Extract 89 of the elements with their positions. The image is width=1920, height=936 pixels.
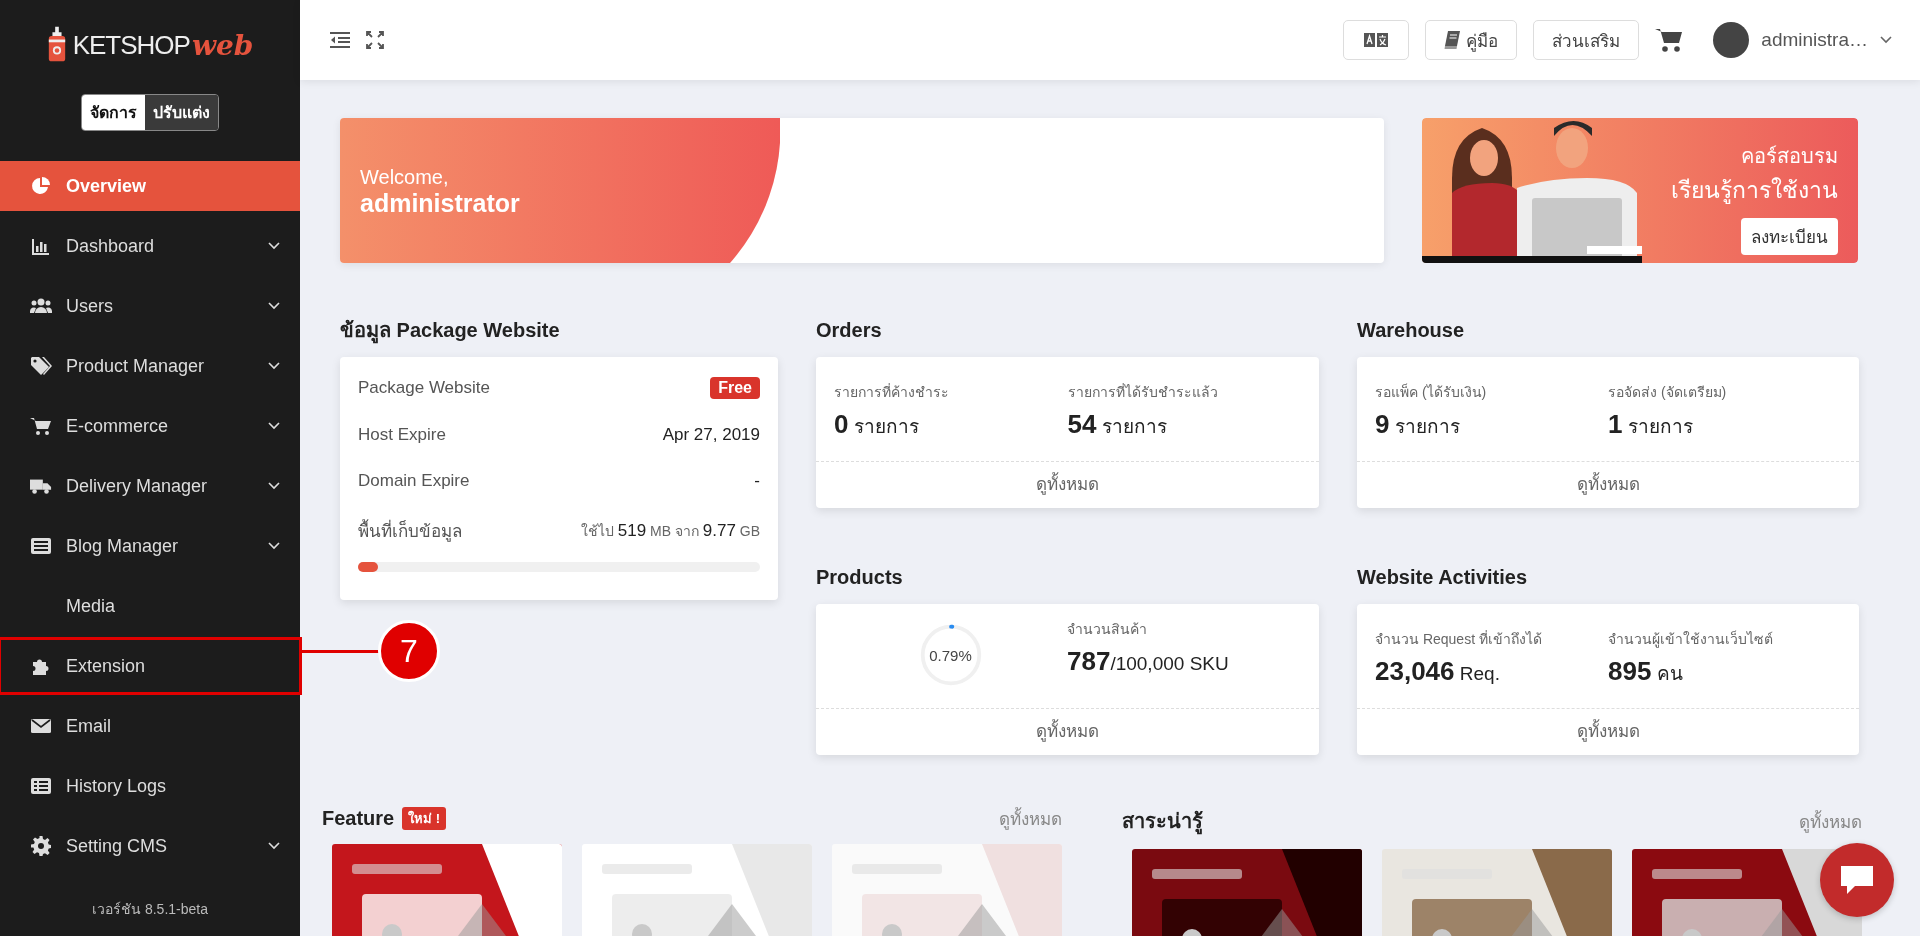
section-title: Orders [816,318,883,343]
cart-icon[interactable] [1655,27,1684,53]
user-name[interactable]: administra… [1761,29,1868,51]
collapse-menu-icon[interactable] [330,32,350,48]
pie-chart-icon [31,176,51,196]
users-icon [30,297,52,315]
stat-value: 787/100,000 SKU [1067,646,1230,677]
stat-label: รอจัดส่ง (จัดเตรียม) [1608,383,1728,402]
mode-tab[interactable]: จัดการ [82,95,145,130]
chevron-icon [268,362,280,370]
tag-icon [30,356,52,376]
section-title: ข้อมูล Package Website [340,315,778,345]
stat-label: รายการที่ได้รับชำระแล้ว [1067,382,1219,402]
step-marker: 7 [378,620,440,682]
section-title: Warehouse [1357,318,1466,343]
stat-value: 895 คน [1608,656,1684,688]
percent-text: 0.79% [929,646,972,664]
field-value: - [754,471,760,491]
sidebar-item[interactable]: Users [0,281,300,331]
stat-value: 9 รายการ [1375,409,1461,441]
sidebar-item[interactable]: Blog Manager [0,521,300,571]
stat-value: 54 รายการ [1067,409,1168,441]
chat-icon [1841,866,1873,894]
chevron-icon [268,422,280,430]
section-title: Products [816,565,904,590]
sidebar-item[interactable]: Dashboard [0,221,300,271]
sidebar-item[interactable]: E-commerce [0,401,300,451]
logo-icon [46,26,67,64]
field-label: พื้นที่เก็บข้อมูล [358,517,462,544]
view-all-link[interactable]: ดูทั้งหมด [816,461,1319,508]
version-text: เวอร์ชัน 8.5.1-beta [91,900,209,919]
plan-badge: Free [710,377,760,399]
truck-icon [30,477,52,495]
addon-button[interactable]: ส่วนเสริม [1533,20,1640,60]
stat-value: 0 รายการ [834,409,920,441]
field-value: Apr 27, 2019 [662,425,760,445]
section-title: Feature [322,807,395,830]
sidebar-item[interactable]: Delivery Manager [0,461,300,511]
translate-button[interactable] [1343,20,1410,60]
stat-label: รายการที่ค้างชำระ [834,382,950,402]
welcome-text: Welcome, [360,166,450,189]
sidebar-item[interactable]: Media [0,581,300,631]
new-badge: ใหม่ ! [402,807,447,830]
user-name: administrator [360,189,521,218]
mode-tab[interactable]: ปรับแต่ง [145,95,218,130]
stat-label: จำนวน Request ที่เข้าถึงได้ [1375,629,1543,649]
chevron-icon [268,302,280,310]
translate-icon [1364,33,1389,47]
stat-label: จำนวนสินค้า [1067,620,1148,639]
sidebar-item[interactable]: Overview [0,161,300,211]
chevron-icon [268,242,280,250]
chevron-icon[interactable] [1880,36,1892,44]
list-icon [31,777,51,795]
sidebar-item[interactable]: Email [0,701,300,751]
field-label: Package Website [358,378,490,398]
sidebar-item[interactable]: Product Manager [0,341,300,391]
bar-chart-icon [31,236,51,256]
register-button[interactable]: ลงทะเบียน [1741,218,1838,255]
stat-label: รอแพ็ค (ได้รับเงิน) [1375,382,1488,402]
stat-value: 1 รายการ [1608,409,1694,441]
sidebar-item[interactable]: History Logs [0,761,300,811]
view-all-link[interactable]: ดูทั้งหมด [1357,708,1859,755]
chevron-icon [268,842,280,850]
course-title: คอร์สอบรม [1740,144,1838,169]
view-all-link[interactable]: ดูทั้งหมด [1357,461,1859,508]
chevron-icon [268,482,280,490]
book-icon [1444,31,1461,49]
section-title: Website Activities [1357,565,1529,590]
logo-text: web [191,28,254,62]
fullscreen-icon[interactable] [366,31,384,49]
manual-button[interactable]: คู่มือ [1425,20,1518,60]
chevron-icon [268,542,280,550]
gear-icon [31,836,51,856]
stat-label: จำนวนผู้เข้าใช้งานเว็บไซต์ [1608,629,1774,650]
chat-button[interactable] [1820,843,1894,917]
storage-usage: ใช้ไป 519 MB จาก 9.77 GB [580,519,760,542]
course-subtitle: เรียนรู้การใช้งาน [1671,176,1838,206]
envelope-icon [31,718,51,734]
view-all-link[interactable]: ดูทั้งหมด [816,708,1319,755]
field-label: Domain Expire [358,471,470,491]
stat-value: 23,046 Req. [1375,656,1501,687]
section-title: สาระน่ารู้ [1122,805,1203,837]
avatar-icon[interactable] [1713,22,1750,58]
sidebar-item[interactable]: Extension [0,639,300,693]
field-label: Host Expire [358,425,446,445]
logo-text: KETSHOP [72,29,190,61]
sidebar-item[interactable]: Setting CMS [0,821,300,871]
list-icon [31,537,51,555]
cart-icon [30,416,52,436]
